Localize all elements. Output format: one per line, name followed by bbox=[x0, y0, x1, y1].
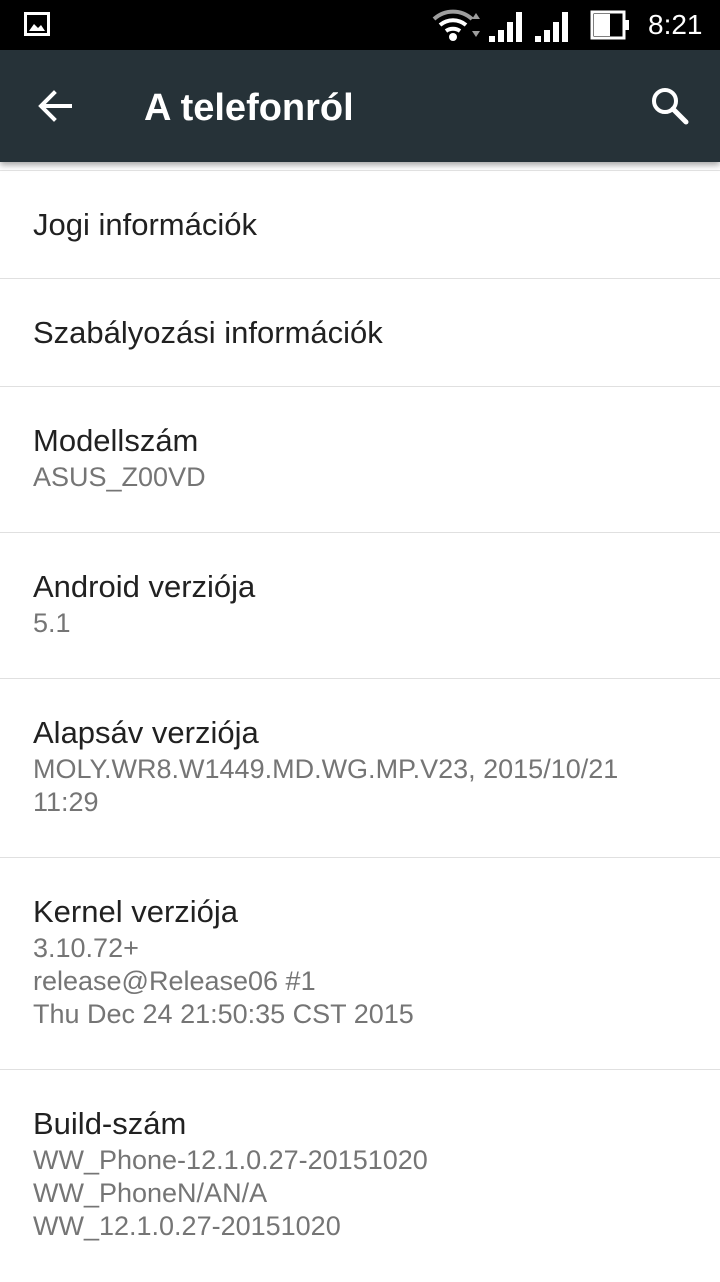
app-bar: A telefonról bbox=[0, 50, 720, 162]
item-summary: 5.1 bbox=[33, 608, 71, 638]
item-summary: ASUS_Z00VD bbox=[33, 462, 206, 492]
list-item-model-number[interactable]: Modellszám ASUS_Z00VD bbox=[0, 387, 720, 533]
gallery-icon bbox=[24, 12, 50, 36]
list-top-divider bbox=[0, 162, 720, 171]
list-item-legal-info[interactable]: Jogi információk bbox=[0, 171, 720, 279]
back-arrow-icon[interactable] bbox=[34, 84, 78, 128]
item-summary: 3.10.72+ release@Release06 #1 Thu Dec 24… bbox=[33, 933, 414, 1029]
page-title: A telefonról bbox=[144, 87, 354, 129]
item-summary: WW_Phone-12.1.0.27-20151020 WW_PhoneN/AN… bbox=[33, 1145, 428, 1241]
item-title: Alapsáv verziója bbox=[33, 715, 259, 750]
status-bar: 8:21 bbox=[0, 0, 720, 50]
battery-icon bbox=[590, 10, 629, 40]
item-title: Szabályozási információk bbox=[33, 315, 383, 350]
item-title: Android verziója bbox=[33, 569, 256, 604]
item-title: Kernel verziója bbox=[33, 894, 239, 929]
settings-list: Jogi információk Szabályozási információ… bbox=[0, 162, 720, 1282]
item-summary: MOLY.WR8.W1449.MD.WG.MP.V23, 2015/10/21 … bbox=[33, 754, 619, 817]
item-title: Jogi információk bbox=[33, 207, 257, 242]
item-title: Build-szám bbox=[33, 1106, 187, 1141]
search-icon[interactable] bbox=[648, 84, 692, 128]
list-item-regulatory-info[interactable]: Szabályozási információk bbox=[0, 279, 720, 387]
item-title: Modellszám bbox=[33, 423, 199, 458]
clock: 8:21 bbox=[648, 9, 703, 40]
list-item-build-number[interactable]: Build-szám WW_Phone-12.1.0.27-20151020 W… bbox=[0, 1070, 720, 1282]
signal-icon bbox=[489, 12, 522, 42]
wifi-icon bbox=[432, 9, 480, 41]
list-item-baseband-version[interactable]: Alapsáv verziója MOLY.WR8.W1449.MD.WG.MP… bbox=[0, 679, 720, 858]
list-item-kernel-version[interactable]: Kernel verziója 3.10.72+ release@Release… bbox=[0, 858, 720, 1070]
signal-icon bbox=[535, 12, 568, 42]
list-item-android-version[interactable]: Android verziója 5.1 bbox=[0, 533, 720, 679]
